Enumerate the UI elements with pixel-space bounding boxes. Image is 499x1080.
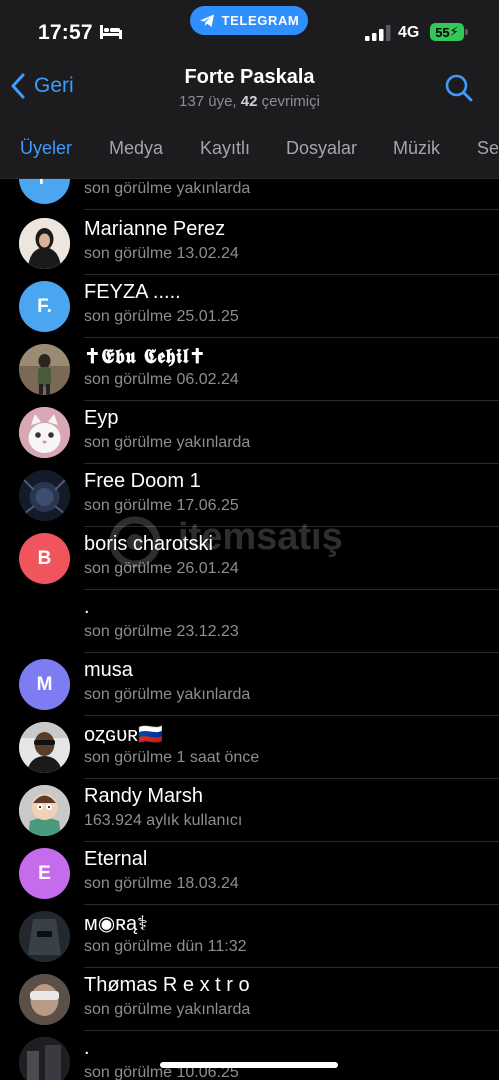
avatar: F. <box>19 281 70 332</box>
avatar-photo <box>19 722 70 773</box>
avatar-photo <box>19 974 70 1025</box>
tab-saved[interactable]: Kayıtlı <box>200 138 250 159</box>
online-label: çevrimiçi <box>261 93 320 110</box>
member-name: ᴏȥɢᴜʀ🇷🇺 <box>84 724 163 746</box>
list-item[interactable]: ᴏȥɢᴜʀ🇷🇺 son görülme 1 saat önce <box>0 716 499 779</box>
tab-music[interactable]: Müzik <box>393 138 440 159</box>
member-status: son görülme yakınlarda <box>84 686 251 703</box>
sleep-focus-icon <box>100 25 122 39</box>
avatar-photo <box>19 1037 70 1080</box>
member-list[interactable]: F son görülme yakınlarda Marianne Perez … <box>0 179 499 1080</box>
member-name: FEYZA ..... <box>84 281 181 303</box>
list-item[interactable]: M musa son görülme yakınlarda <box>0 653 499 716</box>
member-status: 163.924 aylık kullanıcı <box>84 812 243 829</box>
tab-members[interactable]: Üyeler <box>20 138 72 159</box>
group-title: Forte Paskala <box>184 66 315 88</box>
member-status: son görülme 17.06.25 <box>84 497 239 514</box>
list-item[interactable]: E Eternal son görülme 18.03.24 <box>0 842 499 905</box>
group-subtitle: 137 üye, 42 çevrimiçi <box>0 93 499 110</box>
list-item[interactable]: F son görülme yakınlarda <box>0 179 499 210</box>
battery-icon: 55 ⚡ <box>430 23 464 41</box>
member-status: son görülme 23.12.23 <box>84 623 239 640</box>
list-item[interactable]: B boris charotski son görülme 26.01.24 <box>0 527 499 590</box>
list-item[interactable]: . son görülme 10.06.25 <box>0 1031 499 1080</box>
member-name: ᴍ◉ʀą⚕ <box>84 913 148 935</box>
home-indicator[interactable] <box>160 1062 338 1068</box>
member-status: son görülme 26.01.24 <box>84 560 239 577</box>
avatar-photo <box>19 911 70 962</box>
list-item[interactable]: Randy Marsh 163.924 aylık kullanıcı <box>0 779 499 842</box>
avatar-photo <box>19 344 70 395</box>
avatar <box>19 344 70 395</box>
clock: 17:57 <box>38 21 93 44</box>
member-status: son görülme 1 saat önce <box>84 749 260 766</box>
list-item[interactable]: . son görülme 23.12.23 <box>0 590 499 653</box>
telegram-icon <box>199 14 214 27</box>
avatar: B <box>19 533 70 584</box>
member-name: Eyp <box>84 407 119 429</box>
tab-more[interactable]: Se <box>477 138 499 159</box>
member-name: boris charotski <box>84 533 213 555</box>
avatar <box>19 911 70 962</box>
chat-info-header: Geri Forte Paskala 137 üye, 42 çevrimiçi <box>0 56 499 124</box>
list-item[interactable]: F. FEYZA ..... son görülme 25.01.25 <box>0 275 499 338</box>
member-status: son görülme dün 11:32 <box>84 938 247 955</box>
member-status: son görülme 25.01.25 <box>84 308 239 325</box>
divider <box>84 209 499 210</box>
member-name: Eternal <box>84 848 148 870</box>
tab-media[interactable]: Medya <box>109 138 163 159</box>
list-item[interactable]: Marianne Perez son görülme 13.02.24 <box>0 212 499 275</box>
avatar <box>19 470 70 521</box>
member-status: son görülme yakınlarda <box>84 180 251 197</box>
member-status: son görülme 13.02.24 <box>84 245 239 262</box>
pill-label: TELEGRAM <box>221 13 300 28</box>
member-name: ✝𝕰𝖇𝖚 𝕮𝖊𝖍𝖎𝖑✝ <box>84 344 207 368</box>
member-status: son görülme 18.03.24 <box>84 875 239 892</box>
list-item[interactable]: Eyp son görülme yakınlarda <box>0 401 499 464</box>
avatar-photo <box>19 218 70 269</box>
member-name: Randy Marsh <box>84 785 203 807</box>
cellular-signal-icon <box>365 25 391 41</box>
avatar: M <box>19 659 70 710</box>
member-name: . <box>84 596 90 618</box>
avatar <box>19 407 70 458</box>
tab-files[interactable]: Dosyalar <box>286 138 357 159</box>
members-count: 137 üye, <box>179 93 237 110</box>
member-name: Marianne Perez <box>84 218 226 240</box>
telegram-return-pill[interactable]: TELEGRAM <box>190 6 308 35</box>
avatar <box>19 1037 70 1080</box>
battery-tip <box>465 29 468 35</box>
avatar-photo <box>19 785 70 836</box>
profile-tabs: Üyeler Medya Kayıtlı Dosyalar Müzik Se <box>0 124 499 179</box>
search-icon[interactable] <box>444 73 474 103</box>
avatar <box>19 218 70 269</box>
list-item[interactable]: Free Doom 1 son görülme 17.06.25 <box>0 464 499 527</box>
battery-level: 55 <box>435 24 450 40</box>
avatar <box>19 785 70 836</box>
avatar: E <box>19 848 70 899</box>
member-name: Free Doom 1 <box>84 470 201 492</box>
avatar <box>19 974 70 1025</box>
list-item[interactable]: Thømas R e x t r o son görülme yakınlard… <box>0 968 499 1031</box>
status-bar: 17:57 TELEGRAM 4G 55 ⚡ <box>0 0 499 56</box>
avatar: F <box>19 179 70 204</box>
avatar-photo <box>19 407 70 458</box>
list-item[interactable]: ᴍ◉ʀą⚕ son görülme dün 11:32 <box>0 905 499 968</box>
member-status: son görülme yakınlarda <box>84 1001 251 1018</box>
avatar <box>19 722 70 773</box>
avatar-photo <box>19 470 70 521</box>
member-name: musa <box>84 659 133 681</box>
member-status: son görülme 06.02.24 <box>84 371 239 388</box>
charging-bolt-icon: ⚡ <box>449 24 459 39</box>
member-name: . <box>84 1037 90 1059</box>
member-status: son görülme yakınlarda <box>84 434 251 451</box>
member-name: Thømas R e x t r o <box>84 974 250 996</box>
network-type: 4G <box>398 24 420 41</box>
online-count: 42 <box>240 93 258 110</box>
list-item[interactable]: ✝𝕰𝖇𝖚 𝕮𝖊𝖍𝖎𝖑✝ son görülme 06.02.24 <box>0 338 499 401</box>
